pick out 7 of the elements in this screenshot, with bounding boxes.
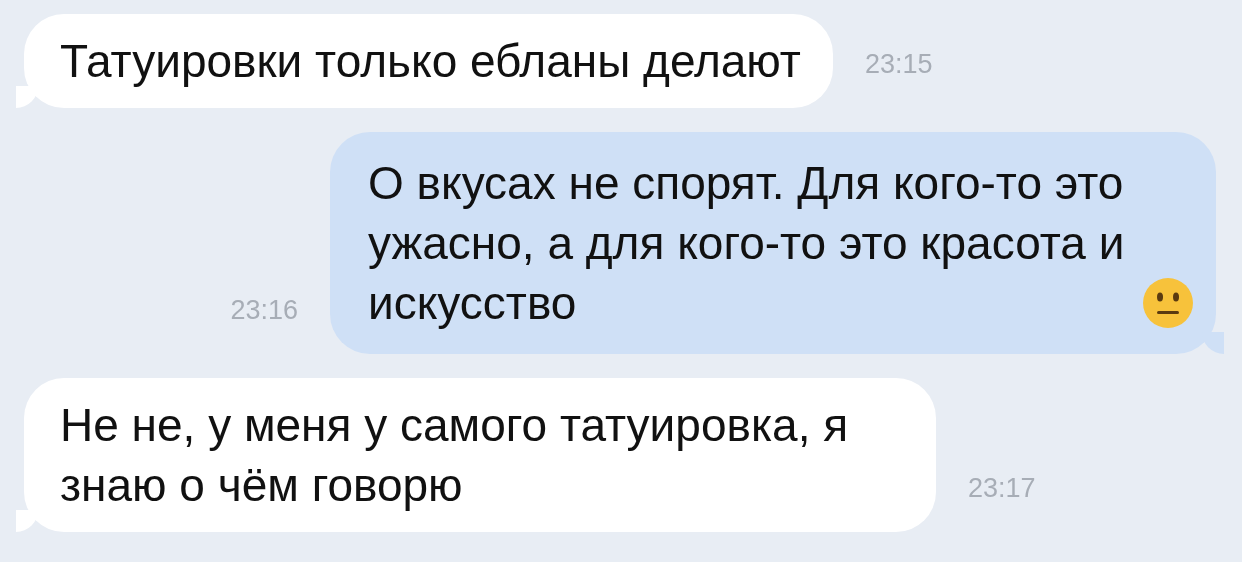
message-text: О вкусах не спорят. Для кого-то это ужасно, а для кого-то это красота и искусство (368, 156, 1126, 331)
message-text: Татуировки только ебланы делают (60, 34, 801, 89)
message-time: 23:15 (864, 49, 933, 80)
message-time: 23:17 (968, 473, 1036, 504)
message-time: 23:16 (230, 295, 298, 326)
neutral-face-icon (1142, 277, 1194, 329)
message-text: Не не, у меня у самого татуировка, я знаю о чём говорю (60, 398, 850, 513)
